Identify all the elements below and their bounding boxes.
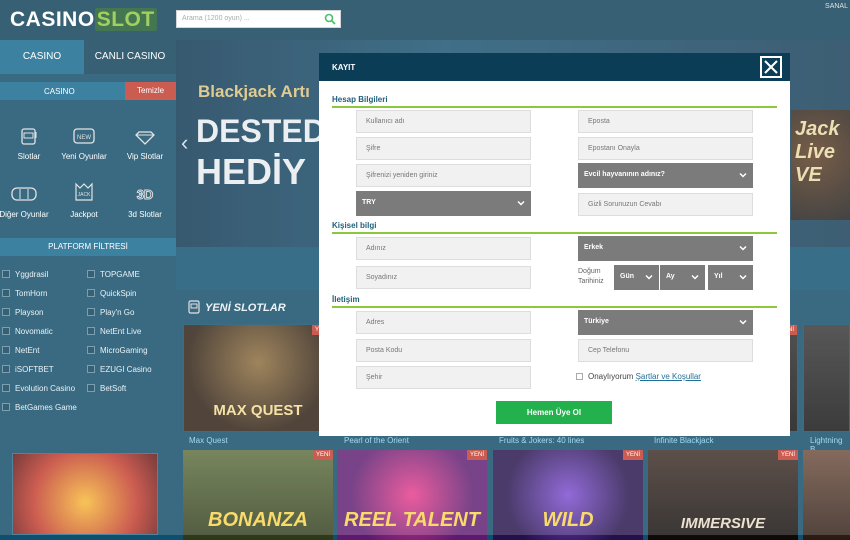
chevron-down-icon	[691, 274, 699, 280]
phone-field[interactable]: Cep Telefonu	[578, 339, 753, 362]
last-name-field[interactable]: Soyadınız	[356, 266, 531, 289]
birth-day-select[interactable]: Gün	[614, 265, 659, 290]
chevron-down-icon	[739, 245, 747, 251]
city-field[interactable]: Şehir	[356, 366, 531, 389]
address-field[interactable]: Adres	[356, 311, 531, 334]
chevron-down-icon	[739, 319, 747, 325]
close-button[interactable]	[760, 56, 782, 78]
chevron-down-icon	[645, 274, 653, 280]
password-field[interactable]: Şifre	[356, 137, 531, 160]
chevron-down-icon	[739, 172, 747, 178]
modal-title: KAYIT	[332, 63, 356, 72]
terms-checkbox-row[interactable]: Onaylıyorum Şartlar ve Koşullar	[576, 372, 701, 381]
terms-link[interactable]: Şartlar ve Koşullar	[636, 372, 701, 381]
birth-date-label: Doğum Tarihiniz	[578, 268, 604, 285]
section-account-info: Hesap Bilgileri	[332, 95, 777, 108]
email-confirm-field[interactable]: Epostanı Onayla	[578, 137, 753, 160]
country-select[interactable]: Türkiye	[578, 310, 753, 335]
modal-header: KAYIT	[319, 53, 790, 81]
chevron-down-icon	[517, 200, 525, 206]
section-contact: İletişim	[332, 295, 777, 308]
username-field[interactable]: Kullanıcı adı	[356, 110, 531, 133]
security-question-select[interactable]: Evcil hayvanının adınız?	[578, 163, 753, 188]
section-personal-info: Kişisel bilgi	[332, 221, 777, 234]
terms-checkbox[interactable]	[576, 373, 583, 380]
register-button[interactable]: Hemen Üye Ol	[496, 401, 612, 424]
registration-modal: KAYIT Hesap Bilgileri Kullanıcı adı Epos…	[319, 53, 790, 436]
first-name-field[interactable]: Adınız	[356, 237, 531, 260]
close-icon	[764, 60, 778, 74]
chevron-down-icon	[739, 274, 747, 280]
currency-select[interactable]: TRY	[356, 191, 531, 216]
birth-month-select[interactable]: Ay	[660, 265, 705, 290]
password-repeat-field[interactable]: Şifrenizi yeniden giriniz	[356, 164, 531, 187]
email-field[interactable]: Eposta	[578, 110, 753, 133]
gender-select[interactable]: Erkek	[578, 236, 753, 261]
birth-year-select[interactable]: Yıl	[708, 265, 753, 290]
security-answer-field[interactable]: Gizli Sorunuzun Cevabı	[578, 193, 753, 216]
postal-code-field[interactable]: Posta Kodu	[356, 339, 531, 362]
